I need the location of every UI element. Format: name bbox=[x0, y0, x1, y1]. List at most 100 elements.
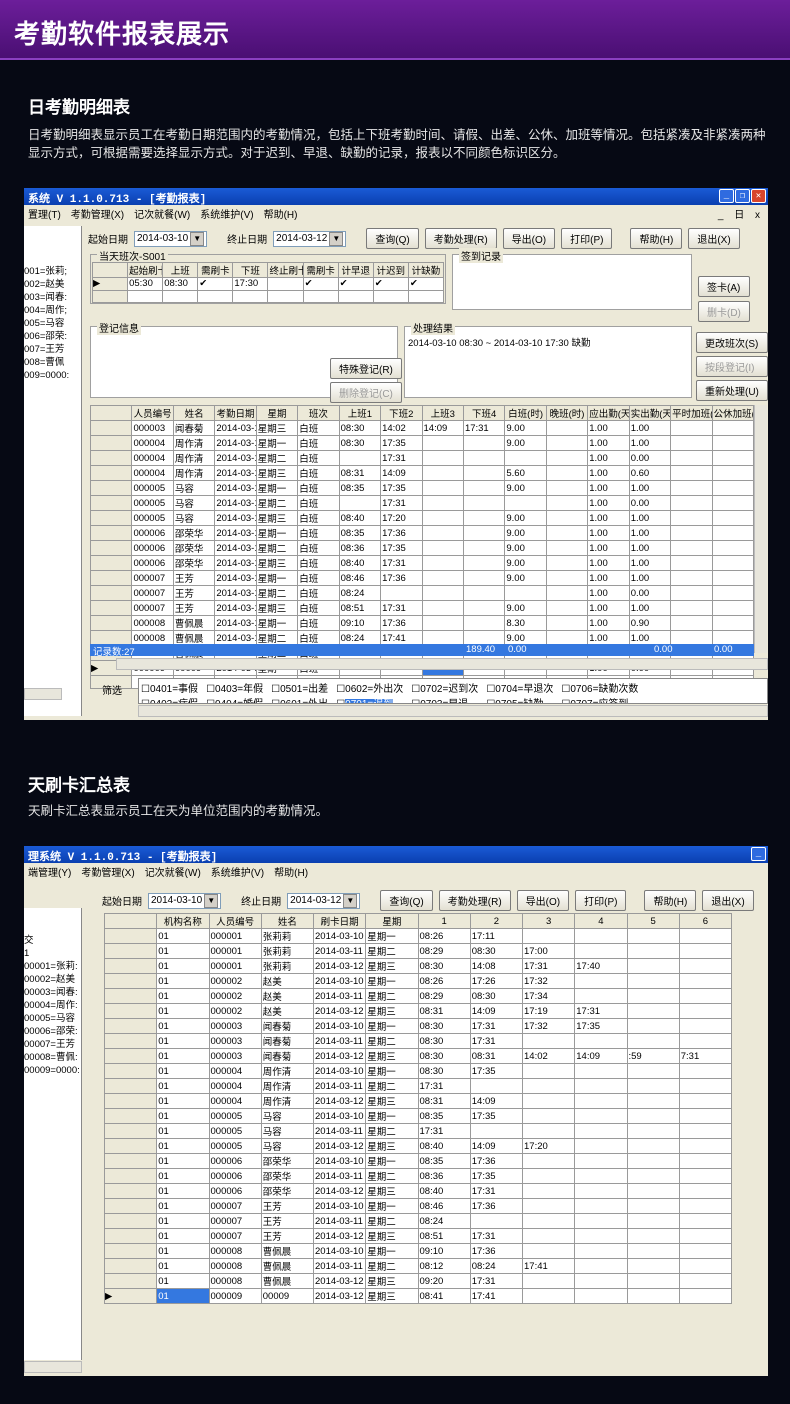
table-row[interactable]: 01 000008 曹佩晨 2014-03-10 星期一 09:10 17:36 bbox=[103, 1243, 733, 1259]
grid-col-header[interactable]: 下班2 bbox=[380, 405, 423, 421]
table-cell[interactable]: 000008 bbox=[208, 1258, 262, 1274]
table-cell[interactable] bbox=[678, 1018, 733, 1034]
table-cell[interactable]: 000003 bbox=[131, 420, 174, 436]
table-cell[interactable]: 01 bbox=[156, 988, 210, 1004]
table-cell[interactable]: 08:36 bbox=[417, 1168, 471, 1184]
table-cell[interactable]: 000004 bbox=[208, 1078, 262, 1094]
table-row[interactable]: 01 000004 周作清 2014-03-12 星期三 08:31 14:09 bbox=[103, 1093, 733, 1109]
table-cell[interactable]: 08:12 bbox=[417, 1258, 471, 1274]
table-cell[interactable] bbox=[545, 570, 589, 586]
table-cell[interactable] bbox=[626, 1018, 680, 1034]
table-cell[interactable] bbox=[545, 555, 589, 571]
tree-item[interactable] bbox=[24, 226, 81, 239]
table-row[interactable]: 000007王芳2014-03-12星期三白班08:5117:31 9.00 1.0… bbox=[89, 600, 755, 616]
table-cell[interactable] bbox=[626, 1063, 680, 1079]
table-cell[interactable]: 2014-03-11 bbox=[214, 495, 257, 511]
checkbox-icon[interactable]: ☐ bbox=[561, 684, 570, 695]
table-cell[interactable]: 2014-03-11 bbox=[312, 943, 367, 959]
table-row[interactable]: 01 000005 马容 2014-03-10 星期一 08:35 17:35 bbox=[103, 1108, 733, 1124]
tree-item[interactable]: 00002=赵美 bbox=[24, 973, 81, 986]
table-cell[interactable] bbox=[574, 1063, 628, 1079]
table-cell[interactable]: 星期一 bbox=[365, 928, 419, 944]
filter-option[interactable]: ☐0602=外出次 bbox=[336, 680, 403, 695]
filter-option[interactable]: ☐0401=事假 bbox=[141, 680, 198, 695]
table-cell[interactable]: 17:36 bbox=[469, 1153, 524, 1169]
table-cell[interactable] bbox=[545, 465, 589, 481]
grid-vscroll[interactable] bbox=[754, 405, 767, 653]
table-cell[interactable]: 2014-03-10 bbox=[312, 1108, 367, 1124]
table-cell[interactable] bbox=[521, 1243, 576, 1259]
table-cell[interactable]: 张莉莉 bbox=[260, 958, 315, 974]
table-cell[interactable] bbox=[626, 1003, 680, 1019]
checkbox-icon[interactable]: ☐ bbox=[411, 699, 420, 703]
table-cell[interactable] bbox=[521, 1183, 576, 1199]
table-cell[interactable]: 邵荣华 bbox=[260, 1168, 315, 1184]
table-cell[interactable] bbox=[421, 495, 464, 511]
table-cell[interactable] bbox=[545, 495, 589, 511]
table-cell[interactable]: 星期三 bbox=[365, 1228, 419, 1244]
table-cell[interactable]: 17:36 bbox=[380, 615, 423, 631]
table-cell[interactable]: 01 bbox=[156, 1003, 210, 1019]
table-row[interactable]: 000005马容2014-03-10星期一白班08:3517:35 9.00 1.0… bbox=[89, 480, 755, 496]
table-cell[interactable]: 9.00 bbox=[504, 570, 547, 586]
tree-item[interactable]: 006=邵荣: bbox=[24, 330, 81, 343]
table-cell[interactable]: 2014-03-12 bbox=[214, 420, 257, 436]
table-cell[interactable] bbox=[626, 958, 680, 974]
table-cell[interactable] bbox=[626, 1228, 680, 1244]
table-cell[interactable] bbox=[711, 525, 755, 541]
table-cell[interactable] bbox=[678, 1183, 733, 1199]
table-cell[interactable]: 2014-03-11 bbox=[214, 540, 257, 556]
table-cell[interactable] bbox=[421, 465, 464, 481]
filter-option[interactable]: ☐0403=年假 bbox=[206, 680, 263, 695]
table-cell[interactable]: 08:30 bbox=[417, 1018, 471, 1034]
checkbox-icon[interactable]: ☐ bbox=[486, 684, 495, 695]
table-cell[interactable]: 2014-03-10 bbox=[214, 525, 257, 541]
table-row[interactable]: 01 000004 周作清 2014-03-10 星期一 08:30 17:35 bbox=[103, 1063, 733, 1079]
table-cell[interactable] bbox=[711, 465, 755, 481]
table-cell[interactable]: 0.00 bbox=[628, 495, 672, 511]
grid-col-header[interactable]: 实出勤(天) bbox=[628, 405, 672, 421]
table-row[interactable]: ▶ 01 000009 00009 2014-03-12 星期三 08:41 17:41 bbox=[103, 1288, 733, 1304]
table-cell[interactable] bbox=[626, 1153, 680, 1169]
filter-option[interactable]: ☐0702=迟到次 bbox=[411, 680, 478, 695]
table-cell[interactable]: 2014-03-12 bbox=[312, 1228, 367, 1244]
table-cell[interactable]: 09:10 bbox=[338, 615, 382, 631]
table-cell[interactable]: 17:36 bbox=[469, 1198, 524, 1214]
action-button[interactable]: 签卡(A) bbox=[698, 276, 750, 297]
table-cell[interactable] bbox=[678, 1273, 733, 1289]
table-cell[interactable]: 08:46 bbox=[338, 570, 382, 586]
table-cell[interactable] bbox=[711, 510, 755, 526]
table-cell[interactable]: 2014-03-12 bbox=[214, 600, 257, 616]
table-cell[interactable]: 曹佩晨 bbox=[260, 1243, 315, 1259]
filter-option[interactable]: ☐0404=婚假 bbox=[206, 695, 263, 703]
table-cell[interactable] bbox=[421, 525, 464, 541]
table-cell[interactable]: 1.00 bbox=[628, 480, 672, 496]
table-cell[interactable]: 01 bbox=[156, 1078, 210, 1094]
table-cell[interactable] bbox=[545, 525, 589, 541]
table-cell[interactable]: 星期二 bbox=[365, 1033, 419, 1049]
table-cell[interactable] bbox=[421, 450, 464, 466]
table-cell[interactable] bbox=[670, 435, 713, 451]
table-cell[interactable]: 14:09 bbox=[469, 1003, 524, 1019]
table-row[interactable]: 000007王芳2014-03-11星期二白班08:24 1.000.00 bbox=[89, 585, 755, 601]
table-cell[interactable]: 9.00 bbox=[504, 600, 547, 616]
table-cell[interactable] bbox=[462, 435, 506, 451]
table-cell[interactable]: 0.60 bbox=[628, 465, 672, 481]
table-cell[interactable] bbox=[421, 555, 464, 571]
table-cell[interactable]: 09:20 bbox=[417, 1273, 471, 1289]
table-cell[interactable]: 赵美 bbox=[260, 988, 315, 1004]
table-cell[interactable]: 000006 bbox=[131, 540, 174, 556]
chevron-down-icon[interactable]: ▼ bbox=[329, 231, 344, 246]
table-cell[interactable] bbox=[462, 510, 506, 526]
table-cell[interactable]: 17:31 bbox=[469, 1018, 524, 1034]
toolbar-button[interactable]: 考勤处理(R) bbox=[438, 890, 511, 911]
table-cell[interactable]: 星期二 bbox=[255, 585, 299, 601]
table-cell[interactable]: 1.00 bbox=[587, 585, 630, 601]
table-cell[interactable]: 14:09 bbox=[421, 420, 464, 436]
table-cell[interactable]: 1.00 bbox=[628, 435, 672, 451]
table-cell[interactable] bbox=[380, 585, 423, 601]
tree-item[interactable]: 00007=王芳 bbox=[24, 1038, 81, 1051]
grid-col-header[interactable]: 3 bbox=[521, 913, 576, 929]
table-cell[interactable] bbox=[574, 1153, 628, 1169]
table-cell[interactable]: 01 bbox=[156, 1123, 210, 1139]
